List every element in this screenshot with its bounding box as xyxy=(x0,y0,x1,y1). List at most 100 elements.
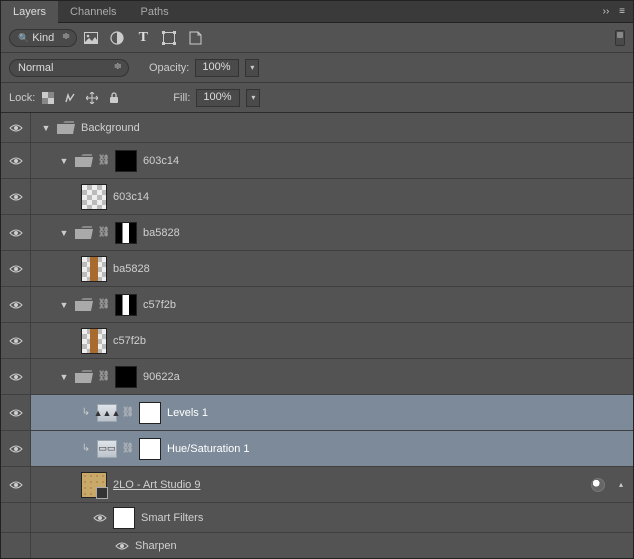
link-icon: ⛓ xyxy=(123,441,133,457)
link-icon: ⛓ xyxy=(123,405,133,421)
layer-group-background[interactable]: ▼ Background xyxy=(1,113,633,143)
panel-tab-bar: Layers Channels Paths ›› ≡ xyxy=(1,1,633,23)
lock-all-icon[interactable] xyxy=(107,91,121,105)
layer-name[interactable]: 2LO - Art Studio 9 xyxy=(113,479,200,491)
clipping-indicator-icon: ↳ xyxy=(81,407,91,418)
layer-mask-thumbnail[interactable] xyxy=(115,150,137,172)
visibility-toggle[interactable] xyxy=(9,156,23,166)
link-icon: ⛓ xyxy=(99,225,109,241)
disclosure-triangle[interactable]: ▼ xyxy=(59,372,69,382)
fill-value[interactable]: 100% xyxy=(196,89,240,107)
visibility-toggle[interactable] xyxy=(9,372,23,382)
layer-name[interactable]: c57f2b xyxy=(143,299,176,311)
layer-thumbnail[interactable] xyxy=(81,184,107,210)
visibility-toggle[interactable] xyxy=(9,480,23,490)
disclosure-triangle[interactable]: ▼ xyxy=(41,123,51,133)
filter-type-icon[interactable]: T xyxy=(135,30,151,46)
layer-thumbnail[interactable] xyxy=(81,328,107,354)
layer-mask-thumbnail[interactable] xyxy=(115,222,137,244)
layers-list: ▼ Background ▼ ⛓ 603c14 603c14 xyxy=(1,113,633,558)
filter-smartobject-icon[interactable] xyxy=(187,30,203,46)
collapse-arrows-icon[interactable]: ›› xyxy=(599,5,613,19)
visibility-toggle[interactable] xyxy=(93,513,107,523)
filter-bar: Kind T xyxy=(1,23,633,53)
visibility-toggle[interactable] xyxy=(9,123,23,133)
visibility-toggle[interactable] xyxy=(115,541,129,551)
layers-panel: Layers Channels Paths ›› ≡ Kind T Normal… xyxy=(0,0,634,559)
layer-hue-saturation-1[interactable]: ↳ ▭▭ ⛓ Hue/Saturation 1 xyxy=(1,431,633,467)
filter-kind-dropdown[interactable]: Kind xyxy=(9,29,77,47)
visibility-toggle[interactable] xyxy=(9,336,23,346)
folder-icon xyxy=(75,370,93,384)
filter-pixel-icon[interactable] xyxy=(83,30,99,46)
layer-group-ba5828[interactable]: ▼ ⛓ ba5828 xyxy=(1,215,633,251)
layer-603c14[interactable]: 603c14 xyxy=(1,179,633,215)
layer-mask-thumbnail[interactable] xyxy=(115,366,137,388)
disclosure-triangle[interactable]: ▼ xyxy=(59,228,69,238)
layer-c57f2b[interactable]: c57f2b xyxy=(1,323,633,359)
layer-name[interactable]: 603c14 xyxy=(143,155,179,167)
filter-name[interactable]: Sharpen xyxy=(135,540,177,552)
visibility-toggle[interactable] xyxy=(9,444,23,454)
blend-mode-dropdown[interactable]: Normal xyxy=(9,59,129,77)
visibility-toggle[interactable] xyxy=(9,264,23,274)
link-icon: ⛓ xyxy=(99,153,109,169)
layer-thumbnail[interactable] xyxy=(81,256,107,282)
layer-name[interactable]: c57f2b xyxy=(113,335,146,347)
tab-layers[interactable]: Layers xyxy=(1,1,58,23)
filter-shape-icon[interactable] xyxy=(161,30,177,46)
layer-thumbnail[interactable] xyxy=(81,472,107,498)
layer-smart-object[interactable]: 2LO - Art Studio 9 ▴ xyxy=(1,467,633,503)
layer-name[interactable]: 603c14 xyxy=(113,191,149,203)
link-icon: ⛓ xyxy=(99,369,109,385)
layer-name[interactable]: ba5828 xyxy=(143,227,180,239)
layer-name[interactable]: Hue/Saturation 1 xyxy=(167,443,250,455)
opacity-value[interactable]: 100% xyxy=(195,59,239,77)
clipping-indicator-icon: ↳ xyxy=(81,443,91,454)
opacity-flyout-arrow[interactable]: ▾ xyxy=(245,59,259,77)
fill-flyout-arrow[interactable]: ▾ xyxy=(246,89,260,107)
disclosure-triangle[interactable]: ▼ xyxy=(59,300,69,310)
layer-mask-thumbnail[interactable] xyxy=(115,294,137,316)
filter-adjustment-icon[interactable] xyxy=(109,30,125,46)
scroll-up-arrow[interactable]: ▴ xyxy=(615,479,627,491)
filter-mask-thumbnail[interactable] xyxy=(113,507,135,529)
layer-group-90622a[interactable]: ▼ ⛓ 90622a xyxy=(1,359,633,395)
disclosure-triangle[interactable]: ▼ xyxy=(59,156,69,166)
layer-name[interactable]: Background xyxy=(81,122,140,134)
visibility-toggle[interactable] xyxy=(9,192,23,202)
link-icon: ⛓ xyxy=(99,297,109,313)
visibility-toggle[interactable] xyxy=(9,228,23,238)
visibility-toggle[interactable] xyxy=(9,408,23,418)
panel-menu-icon[interactable]: ≡ xyxy=(615,5,629,19)
levels-adjustment-icon: ▲▲▲ xyxy=(97,404,117,422)
layer-name[interactable]: 90622a xyxy=(143,371,180,383)
tab-paths[interactable]: Paths xyxy=(129,1,181,23)
fill-label: Fill: xyxy=(173,92,190,104)
smart-filter-sharpen[interactable]: Sharpen xyxy=(1,533,633,558)
smart-filters-row[interactable]: Smart Filters xyxy=(1,503,633,533)
visibility-toggle[interactable] xyxy=(9,300,23,310)
lock-pixels-icon[interactable] xyxy=(63,91,77,105)
folder-icon xyxy=(75,298,93,312)
lock-transparency-icon[interactable] xyxy=(41,91,55,105)
folder-icon xyxy=(57,121,75,135)
smart-filter-visibility-icon[interactable] xyxy=(591,478,605,492)
blend-bar: Normal Opacity: 100% ▾ xyxy=(1,53,633,83)
layer-ba5828[interactable]: ba5828 xyxy=(1,251,633,287)
layer-mask-thumbnail[interactable] xyxy=(139,438,161,460)
layer-name[interactable]: Levels 1 xyxy=(167,407,208,419)
hue-saturation-adjustment-icon: ▭▭ xyxy=(97,440,117,458)
lock-position-icon[interactable] xyxy=(85,91,99,105)
layer-group-c57f2b[interactable]: ▼ ⛓ c57f2b xyxy=(1,287,633,323)
lock-bar: Lock: Fill: 100% ▾ xyxy=(1,83,633,113)
filter-toggle-switch[interactable] xyxy=(615,30,625,46)
smart-filters-label: Smart Filters xyxy=(141,512,203,524)
layer-name[interactable]: ba5828 xyxy=(113,263,150,275)
layer-mask-thumbnail[interactable] xyxy=(139,402,161,424)
lock-label: Lock: xyxy=(9,92,35,104)
tab-channels[interactable]: Channels xyxy=(58,1,128,23)
layer-levels-1[interactable]: ↳ ▲▲▲ ⛓ Levels 1 xyxy=(1,395,633,431)
layer-group-603c14[interactable]: ▼ ⛓ 603c14 xyxy=(1,143,633,179)
opacity-label: Opacity: xyxy=(149,62,189,74)
